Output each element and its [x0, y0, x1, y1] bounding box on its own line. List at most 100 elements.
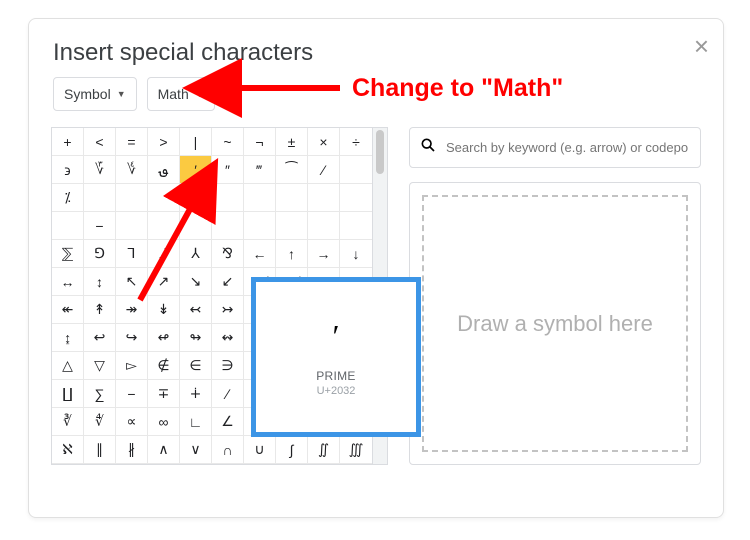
character-cell[interactable] — [244, 212, 276, 240]
character-cell[interactable]: ∝ — [116, 408, 148, 436]
character-cell[interactable] — [212, 184, 244, 212]
character-cell[interactable] — [340, 212, 372, 240]
character-cell[interactable]: ″ — [212, 156, 244, 184]
character-cell[interactable] — [308, 184, 340, 212]
character-cell[interactable]: ∫ — [276, 436, 308, 464]
character-cell[interactable] — [276, 184, 308, 212]
character-cell[interactable]: ↔ — [52, 268, 84, 296]
character-cell[interactable]: ⅄ — [180, 240, 212, 268]
character-cell[interactable]: ∦ — [116, 436, 148, 464]
character-cell[interactable] — [52, 212, 84, 240]
character-cell[interactable]: △ — [52, 352, 84, 380]
character-cell[interactable]: ؆ — [84, 156, 116, 184]
character-cell[interactable]: ∥ — [84, 436, 116, 464]
character-cell[interactable]: + — [52, 128, 84, 156]
character-cell[interactable]: ⁒ — [52, 184, 84, 212]
character-cell[interactable]: ∕ — [212, 380, 244, 408]
character-cell[interactable]: ⁀ — [276, 156, 308, 184]
character-cell[interactable]: ↞ — [52, 296, 84, 324]
character-cell[interactable]: ∑ — [84, 380, 116, 408]
character-cell[interactable]: ↟ — [84, 296, 116, 324]
character-cell[interactable]: ∓ — [148, 380, 180, 408]
character-cell[interactable]: ∋ — [212, 352, 244, 380]
character-cell[interactable]: − — [116, 380, 148, 408]
character-cell[interactable]: − — [84, 212, 116, 240]
character-cell[interactable]: ∬ — [308, 436, 340, 464]
character-cell[interactable] — [308, 212, 340, 240]
character-cell[interactable]: ⅀ — [52, 240, 84, 268]
character-cell[interactable]: ⅋ — [212, 240, 244, 268]
character-cell[interactable] — [340, 156, 372, 184]
character-cell[interactable]: ↗ — [148, 268, 180, 296]
character-cell[interactable]: ↫ — [148, 324, 180, 352]
subcategory-dropdown[interactable]: Math ▼ — [147, 77, 215, 111]
character-cell[interactable]: ↢ — [180, 296, 212, 324]
character-cell[interactable] — [244, 184, 276, 212]
character-cell[interactable]: ∔ — [180, 380, 212, 408]
draw-area[interactable]: Draw a symbol here — [422, 195, 688, 452]
search-field[interactable] — [409, 127, 701, 168]
character-cell[interactable] — [276, 212, 308, 240]
character-cell[interactable] — [84, 184, 116, 212]
character-cell[interactable]: ∭ — [340, 436, 372, 464]
character-cell[interactable]: ~ — [212, 128, 244, 156]
character-cell[interactable]: | — [180, 128, 212, 156]
character-cell[interactable]: ↑ — [276, 240, 308, 268]
character-cell[interactable] — [148, 212, 180, 240]
character-cell[interactable]: < — [84, 128, 116, 156]
character-cell[interactable]: ∨ — [180, 436, 212, 464]
character-cell[interactable]: = — [116, 128, 148, 156]
character-cell[interactable]: × — [308, 128, 340, 156]
character-cell[interactable]: ± — [276, 128, 308, 156]
character-cell[interactable]: ∧ — [148, 436, 180, 464]
character-cell[interactable]: ↕ — [84, 268, 116, 296]
character-cell[interactable]: ↘ — [180, 268, 212, 296]
character-cell[interactable]: ↣ — [212, 296, 244, 324]
character-cell[interactable]: ∪ — [244, 436, 276, 464]
character-cell[interactable]: ∐ — [52, 380, 84, 408]
character-cell[interactable]: ⅁ — [84, 240, 116, 268]
character-cell[interactable] — [116, 184, 148, 212]
character-cell[interactable]: ⁄ — [308, 156, 340, 184]
character-cell[interactable] — [180, 212, 212, 240]
character-cell[interactable]: ↨ — [52, 324, 84, 352]
character-cell[interactable]: ↙ — [212, 268, 244, 296]
character-cell[interactable]: ↠ — [116, 296, 148, 324]
character-cell[interactable]: ؇ — [116, 156, 148, 184]
character-cell[interactable]: ℵ — [52, 436, 84, 464]
character-cell[interactable]: ⅂ — [116, 240, 148, 268]
character-cell[interactable]: ÷ — [340, 128, 372, 156]
character-cell[interactable]: ↩ — [84, 324, 116, 352]
scrollbar-thumb[interactable] — [376, 130, 384, 174]
character-cell[interactable]: ↡ — [148, 296, 180, 324]
character-cell[interactable] — [180, 184, 212, 212]
character-cell[interactable]: ∛ — [52, 408, 84, 436]
character-cell[interactable]: > — [148, 128, 180, 156]
category-dropdown[interactable]: Symbol ▼ — [53, 77, 137, 111]
character-cell[interactable]: ▽ — [84, 352, 116, 380]
character-cell[interactable]: ⅃ — [148, 240, 180, 268]
character-cell[interactable]: ¬ — [244, 128, 276, 156]
character-cell[interactable]: → — [308, 240, 340, 268]
character-cell[interactable] — [116, 212, 148, 240]
character-cell[interactable]: ∠ — [212, 408, 244, 436]
character-cell[interactable]: ↓ — [340, 240, 372, 268]
character-cell[interactable]: ← — [244, 240, 276, 268]
character-cell[interactable] — [148, 184, 180, 212]
character-cell[interactable]: ↬ — [180, 324, 212, 352]
character-cell[interactable]: ↪ — [116, 324, 148, 352]
character-cell[interactable]: ∟ — [180, 408, 212, 436]
character-cell[interactable] — [212, 212, 244, 240]
close-icon[interactable]: × — [694, 33, 709, 59]
character-cell[interactable]: ∩ — [212, 436, 244, 464]
character-cell[interactable]: ‴ — [244, 156, 276, 184]
character-cell[interactable]: ؈ — [148, 156, 180, 184]
character-cell[interactable]: ∉ — [148, 352, 180, 380]
character-cell[interactable]: ↭ — [212, 324, 244, 352]
search-input[interactable] — [444, 139, 690, 156]
character-cell[interactable]: ′ — [180, 156, 212, 184]
character-cell[interactable]: ↖ — [116, 268, 148, 296]
character-cell[interactable]: ∜ — [84, 408, 116, 436]
character-cell[interactable]: ▻ — [116, 352, 148, 380]
character-cell[interactable]: ϶ — [52, 156, 84, 184]
